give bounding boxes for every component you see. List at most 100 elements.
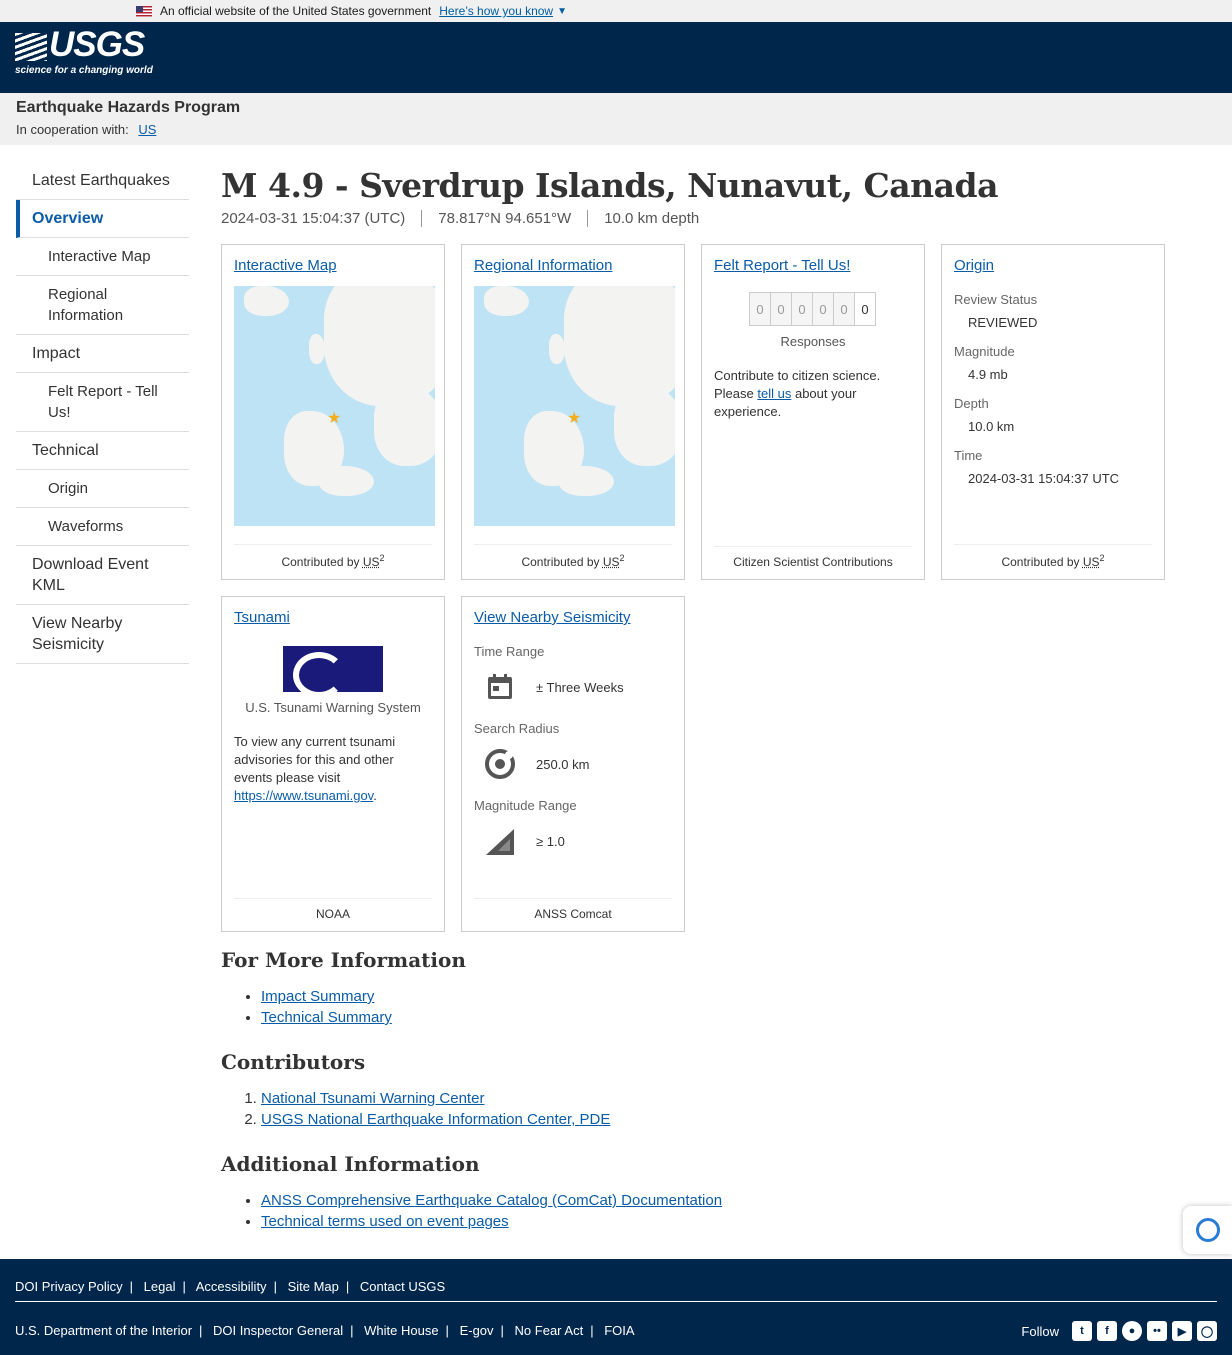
contributor-count: 2 xyxy=(1099,553,1105,563)
site-header: USGS science for a changing world xyxy=(0,22,1232,93)
technical-terms-link[interactable]: Technical terms used on event pages xyxy=(261,1213,509,1230)
event-depth: 10.0 km depth xyxy=(587,210,715,227)
gov-banner-link[interactable]: Here’s how you know xyxy=(439,4,553,18)
origin-card-title[interactable]: Origin xyxy=(954,257,994,274)
felt-report-card-title[interactable]: Felt Report - Tell Us! xyxy=(714,257,850,274)
sidebar-item-regional-information[interactable]: Regional Information xyxy=(16,276,189,335)
regional-info-card[interactable]: Regional Information ★ Contributed by US… xyxy=(461,244,685,580)
footer-links-secondary: U.S. Department of the Interior | DOI Ins… xyxy=(15,1323,635,1338)
instagram-icon[interactable]: ◯ xyxy=(1197,1321,1217,1341)
facebook-icon[interactable]: f xyxy=(1097,1321,1117,1341)
program-bar: Earthquake Hazards Program In cooperatio… xyxy=(0,93,1232,145)
sidebar-item-nearby-seismicity[interactable]: View Nearby Seismicity xyxy=(16,605,189,664)
event-time: 2024-03-31 15:04:37 (UTC) xyxy=(221,210,406,227)
technical-summary-link[interactable]: Technical Summary xyxy=(261,1009,392,1026)
search-radius-label: Search Radius xyxy=(474,721,560,736)
footer-link[interactable]: DOI Privacy Policy xyxy=(15,1279,123,1294)
sidebar-item-felt-report[interactable]: Felt Report - Tell Us! xyxy=(16,373,189,432)
nearby-seismicity-card-title[interactable]: View Nearby Seismicity xyxy=(474,609,630,626)
twitter-icon[interactable]: t xyxy=(1072,1321,1092,1341)
accessibility-widget-button[interactable] xyxy=(1183,1206,1232,1254)
footer-link[interactable]: E-gov xyxy=(460,1323,494,1338)
search-radius-value: 250.0 km xyxy=(536,756,590,772)
list-item: USGS National Earthquake Information Cen… xyxy=(261,1109,921,1130)
response-counter: 0 0 0 0 0 0 xyxy=(714,292,912,326)
tsunami-card-title[interactable]: Tsunami xyxy=(234,609,290,626)
tell-us-link[interactable]: tell us xyxy=(757,386,791,401)
counter-digit: 0 xyxy=(770,292,792,326)
regional-info-card-title[interactable]: Regional Information xyxy=(474,257,612,274)
program-title[interactable]: Earthquake Hazards Program xyxy=(16,99,1216,117)
accessibility-icon xyxy=(1195,1218,1220,1242)
flickr-icon[interactable]: •• xyxy=(1147,1321,1167,1341)
sidebar-item-waveforms[interactable]: Waveforms xyxy=(16,508,189,546)
footer-links-primary: DOI Privacy Policy | Legal | Accessibility… xyxy=(15,1279,446,1294)
card-footer: ANSS Comcat xyxy=(474,898,672,921)
contributor-link[interactable]: National Tsunami Warning Center xyxy=(261,1090,484,1107)
sidebar-item-overview[interactable]: Overview xyxy=(16,200,189,238)
sidebar-item-origin[interactable]: Origin xyxy=(16,470,189,508)
contributor-link[interactable]: USGS National Earthquake Information Cen… xyxy=(261,1111,610,1128)
sidebar-item-technical[interactable]: Technical xyxy=(16,432,189,470)
card-footer: Contributed by US2 xyxy=(474,544,672,569)
youtube-icon[interactable]: ▶ xyxy=(1172,1321,1192,1341)
tsunami-description: To view any current tsunami advisories f… xyxy=(234,734,396,803)
contributors-heading: Contributors xyxy=(221,1050,366,1074)
epicenter-star-icon: ★ xyxy=(567,410,582,427)
footer-link[interactable]: Contact USGS xyxy=(360,1279,445,1294)
coop-label: In cooperation with: xyxy=(16,122,129,137)
counter-digit: 0 xyxy=(791,292,813,326)
interactive-map-card[interactable]: Interactive Map ★ Contributed by US2 xyxy=(221,244,445,580)
card-footer: Citizen Scientist Contributions xyxy=(714,546,912,569)
footer-link[interactable]: U.S. Department of the Interior xyxy=(15,1323,192,1338)
more-info-heading: For More Information xyxy=(221,948,466,972)
map-land xyxy=(244,286,289,316)
comcat-docs-link[interactable]: ANSS Comprehensive Earthquake Catalog (C… xyxy=(261,1192,722,1209)
github-icon[interactable]: ● xyxy=(1122,1321,1142,1341)
sidebar-item-latest-earthquakes[interactable]: Latest Earthquakes xyxy=(16,162,189,200)
magnitude-triangle-icon xyxy=(480,821,520,861)
interactive-map-card-title[interactable]: Interactive Map xyxy=(234,257,337,274)
footer-link[interactable]: DOI Inspector General xyxy=(213,1323,343,1338)
magnitude-range-row: ≥ 1.0 xyxy=(474,821,672,861)
counter-digit: 0 xyxy=(749,292,771,326)
map-land xyxy=(374,386,435,466)
time-label: Time xyxy=(954,448,983,463)
map-land xyxy=(549,334,565,364)
regional-map-thumbnail[interactable]: ★ xyxy=(474,286,675,526)
interactive-map-thumbnail[interactable]: ★ xyxy=(234,286,435,526)
sidebar-item-impact[interactable]: Impact xyxy=(16,335,189,373)
origin-card[interactable]: Origin Review Status REVIEWED Magnitude … xyxy=(941,244,1165,580)
tsunami-text: To view any current tsunami advisories f… xyxy=(234,734,396,785)
review-status-value: REVIEWED xyxy=(968,315,1038,330)
gov-banner-text: An official website of the United States… xyxy=(160,4,432,18)
more-info-list: Impact Summary Technical Summary xyxy=(221,986,921,1028)
tsunami-caption: U.S. Tsunami Warning System xyxy=(245,700,421,715)
chevron-down-icon[interactable]: ▼ xyxy=(557,6,567,17)
impact-summary-link[interactable]: Impact Summary xyxy=(261,988,374,1005)
tsunami-gov-link[interactable]: https://www.tsunami.gov xyxy=(234,788,373,803)
map-land xyxy=(319,466,374,496)
tsunami-card[interactable]: Tsunami U.S. Tsunami Warning System To v… xyxy=(221,596,445,932)
usgs-logo[interactable]: USGS science for a changing world xyxy=(15,25,153,79)
time-range-value: ± Three Weeks xyxy=(536,679,624,695)
epicenter-star-icon: ★ xyxy=(327,410,342,427)
felt-report-card[interactable]: Felt Report - Tell Us! 0 0 0 0 0 0 Respo… xyxy=(701,244,925,580)
footer-link[interactable]: Accessibility xyxy=(196,1279,267,1294)
sidebar-item-download-kml[interactable]: Download Event KML xyxy=(16,546,189,605)
footer-link[interactable]: Site Map xyxy=(288,1279,339,1294)
map-land xyxy=(309,334,325,364)
nearby-seismicity-card[interactable]: View Nearby Seismicity Time Range ± Thre… xyxy=(461,596,685,932)
footer-link[interactable]: No Fear Act xyxy=(515,1323,584,1338)
time-range-row: ± Three Weeks xyxy=(474,667,672,707)
magnitude-label: Magnitude xyxy=(954,344,1015,359)
more-info-section: For More Information Impact Summary Tech… xyxy=(221,948,921,1254)
footer-link[interactable]: Legal xyxy=(144,1279,176,1294)
footer-link[interactable]: FOIA xyxy=(604,1323,634,1338)
footer-link[interactable]: White House xyxy=(364,1323,438,1338)
coop-link[interactable]: US xyxy=(138,122,156,137)
list-item: National Tsunami Warning Center xyxy=(261,1088,921,1109)
us-flag-icon xyxy=(136,5,152,17)
review-status-label: Review Status xyxy=(954,292,1038,307)
sidebar-item-interactive-map[interactable]: Interactive Map xyxy=(16,238,189,276)
